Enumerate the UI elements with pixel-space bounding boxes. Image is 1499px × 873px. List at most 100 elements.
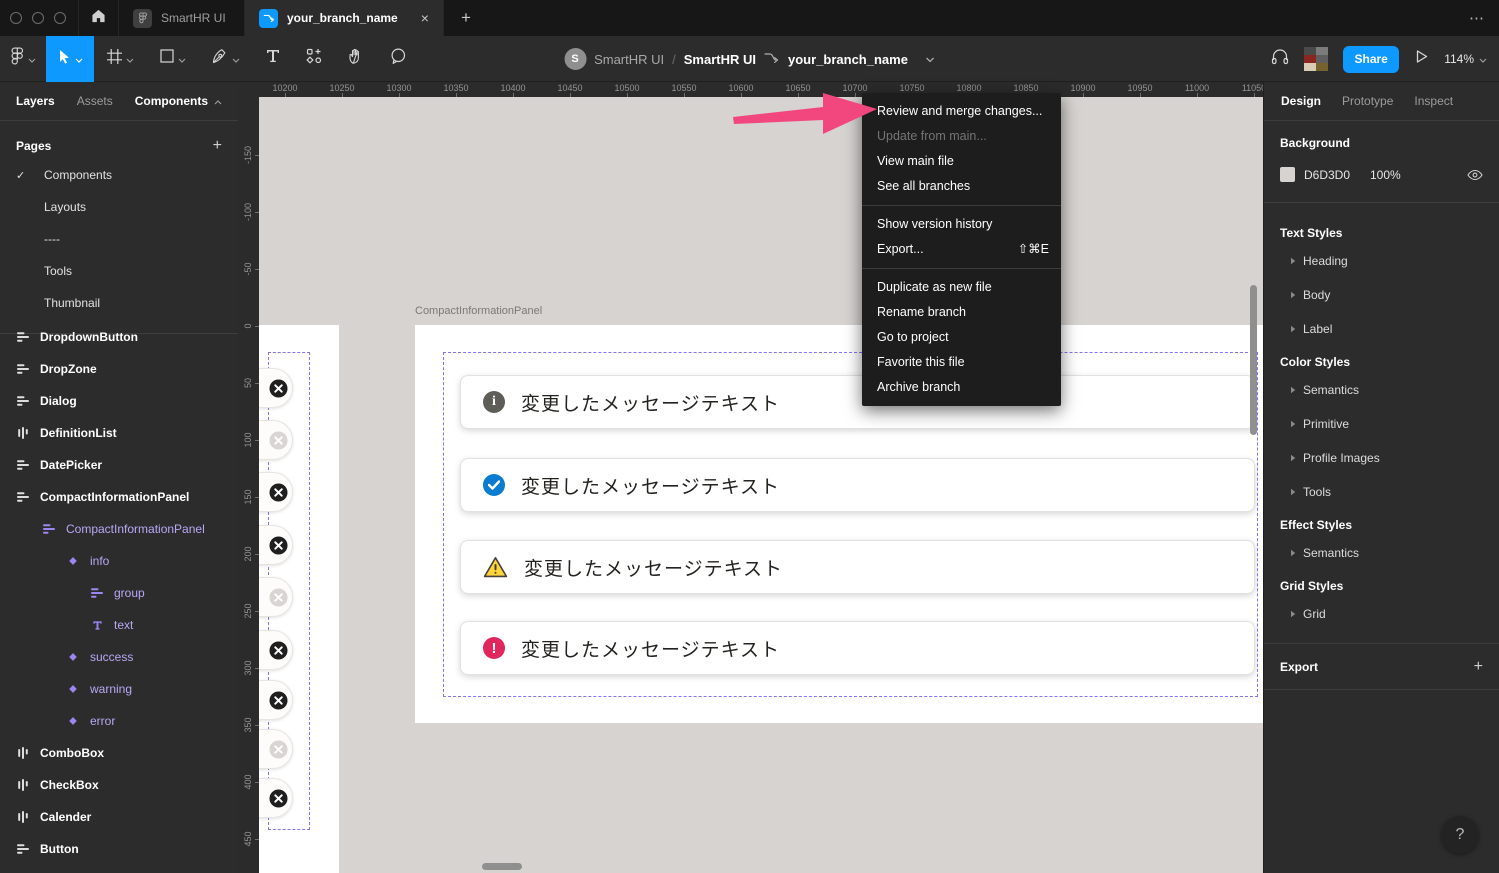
badge-pill[interactable] <box>259 680 293 720</box>
style-item-semantics[interactable]: Semantics <box>1264 373 1499 407</box>
window-close-button[interactable] <box>10 12 22 24</box>
menu-item-go-to-project[interactable]: Go to project <box>862 325 1061 350</box>
layer-item-compactinformationpanel[interactable]: CompactInformationPanel <box>0 481 238 513</box>
layer-item-checkbox[interactable]: CheckBox <box>0 769 238 801</box>
window-zoom-button[interactable] <box>54 12 66 24</box>
style-item-body[interactable]: Body <box>1264 278 1499 312</box>
layer-item-info[interactable]: info <box>0 545 238 577</box>
menu-item-view-main-file[interactable]: View main file <box>862 149 1061 174</box>
new-tab-button[interactable]: + <box>444 0 488 36</box>
layer-item-button[interactable]: Button <box>0 833 238 861</box>
add-export-icon[interactable]: + <box>1474 658 1483 676</box>
ruler-tick <box>1254 93 1255 97</box>
ruler-tick-label: 400 <box>243 774 253 789</box>
badge-pill[interactable] <box>259 577 293 617</box>
menu-item-favorite-this-file[interactable]: Favorite this file <box>862 350 1061 375</box>
style-item-tools[interactable]: Tools <box>1264 475 1499 509</box>
audio-headphones-icon[interactable] <box>1271 48 1289 70</box>
badge-pill[interactable] <box>259 729 293 769</box>
badge-pill[interactable] <box>259 472 293 512</box>
menu-item-review-and-merge-changes[interactable]: Review and merge changes... <box>862 99 1061 124</box>
page-item-[interactable]: ---- <box>0 223 238 255</box>
tab-prototype[interactable]: Prototype <box>1342 94 1393 108</box>
layer-item-dropdownbutton[interactable]: DropdownButton <box>0 321 238 353</box>
menu-item-rename-branch[interactable]: Rename branch <box>862 300 1061 325</box>
layer-item-error[interactable]: error <box>0 705 238 737</box>
style-item-primitive[interactable]: Primitive <box>1264 407 1499 441</box>
layer-item-group[interactable]: group <box>0 577 238 609</box>
window-overflow-menu-icon[interactable]: ⋯ <box>1455 0 1499 36</box>
menu-item-archive-branch[interactable]: Archive branch <box>862 375 1061 400</box>
frame-label[interactable]: CompactInformationPanel <box>415 305 542 317</box>
badge-pill[interactable] <box>259 368 293 408</box>
layer-item-warning[interactable]: warning <box>0 673 238 705</box>
add-page-icon[interactable]: + <box>213 137 222 155</box>
figma-main-menu-button[interactable] <box>0 36 46 82</box>
badge-pill[interactable] <box>259 778 293 818</box>
share-button[interactable]: Share <box>1343 46 1399 73</box>
menu-item-show-version-history[interactable]: Show version history <box>862 212 1061 237</box>
style-item-semantics[interactable]: Semantics <box>1264 536 1499 570</box>
menu-item-duplicate-as-new-file[interactable]: Duplicate as new file <box>862 275 1061 300</box>
layer-item-dropzone[interactable]: DropZone <box>0 353 238 385</box>
page-item-layouts[interactable]: Layouts <box>0 191 238 223</box>
zoom-level-control[interactable]: 114% <box>1444 52 1487 66</box>
layer-item-dialog[interactable]: Dialog <box>0 385 238 417</box>
text-tool-button[interactable] <box>253 36 293 82</box>
layer-item-combobox[interactable]: ComboBox <box>0 737 238 769</box>
present-play-icon[interactable] <box>1414 49 1429 69</box>
tab-inspect[interactable]: Inspect <box>1414 94 1453 108</box>
tab-your-branch-name[interactable]: your_branch_name × <box>245 0 444 36</box>
style-item-grid[interactable]: Grid <box>1264 597 1499 631</box>
layer-item-definitionlist[interactable]: DefinitionList <box>0 417 238 449</box>
user-avatar[interactable] <box>1304 47 1328 71</box>
background-color-swatch[interactable] <box>1280 167 1295 182</box>
move-tool-button[interactable] <box>46 36 94 82</box>
tab-design[interactable]: Design <box>1281 94 1321 108</box>
page-item-tools[interactable]: Tools <box>0 255 238 287</box>
horizontal-scrollbar[interactable] <box>482 863 522 870</box>
side-frame[interactable] <box>259 325 339 873</box>
tab-assets[interactable]: Assets <box>77 94 113 108</box>
canvas[interactable]: 1020010250103001035010400104501050010550… <box>238 82 1263 873</box>
page-item-thumbnail[interactable]: Thumbnail <box>0 287 238 319</box>
pen-tool-button[interactable] <box>199 36 253 82</box>
layer-item-compactinformationpanel[interactable]: CompactInformationPanel <box>0 513 238 545</box>
style-item-heading[interactable]: Heading <box>1264 244 1499 278</box>
badge-pill[interactable] <box>259 420 293 460</box>
resources-tool-button[interactable] <box>293 36 335 82</box>
chevron-down-icon[interactable] <box>926 50 935 68</box>
style-item-label[interactable]: Label <box>1264 312 1499 346</box>
badge-pill[interactable] <box>259 525 293 565</box>
page-item-components[interactable]: ✓Components <box>0 159 238 191</box>
hand-tool-button[interactable] <box>335 36 377 82</box>
menu-item-export[interactable]: Export...⇧⌘E <box>862 237 1061 262</box>
tab-layers[interactable]: Layers <box>16 94 55 108</box>
layer-item-text[interactable]: text <box>0 609 238 641</box>
help-button[interactable]: ? <box>1441 816 1479 854</box>
background-opacity-value[interactable]: 100% <box>1370 168 1401 182</box>
figma-file-icon <box>133 9 152 28</box>
layer-item-calender[interactable]: Calender <box>0 801 238 833</box>
tab-close-icon[interactable]: × <box>421 10 429 26</box>
background-hex-value[interactable]: D6D3D0 <box>1304 168 1370 182</box>
components-mode-toggle[interactable]: Components <box>135 94 222 108</box>
shape-tool-button[interactable] <box>147 36 199 82</box>
frame-tool-button[interactable] <box>94 36 147 82</box>
layer-item-success[interactable]: success <box>0 641 238 673</box>
vertical-scrollbar[interactable] <box>1250 285 1257 435</box>
file-name[interactable]: SmartHR UI <box>684 52 756 67</box>
home-button[interactable] <box>79 0 119 36</box>
window-minimize-button[interactable] <box>32 12 44 24</box>
layer-item-datepicker[interactable]: DatePicker <box>0 449 238 481</box>
layers-list: DropdownButtonDropZoneDialogDefinitionLi… <box>0 321 238 861</box>
tab-smarthr-ui[interactable]: SmartHR UI <box>119 0 245 36</box>
visibility-eye-icon[interactable] <box>1467 169 1483 181</box>
branch-name[interactable]: your_branch_name <box>788 52 908 67</box>
comment-tool-button[interactable] <box>377 36 420 82</box>
org-name[interactable]: SmartHR UI <box>594 52 664 67</box>
style-item-profile-images[interactable]: Profile Images <box>1264 441 1499 475</box>
menu-item-update-from-main[interactable]: Update from main... <box>862 124 1061 149</box>
menu-item-see-all-branches[interactable]: See all branches <box>862 174 1061 199</box>
badge-pill[interactable] <box>259 630 293 670</box>
